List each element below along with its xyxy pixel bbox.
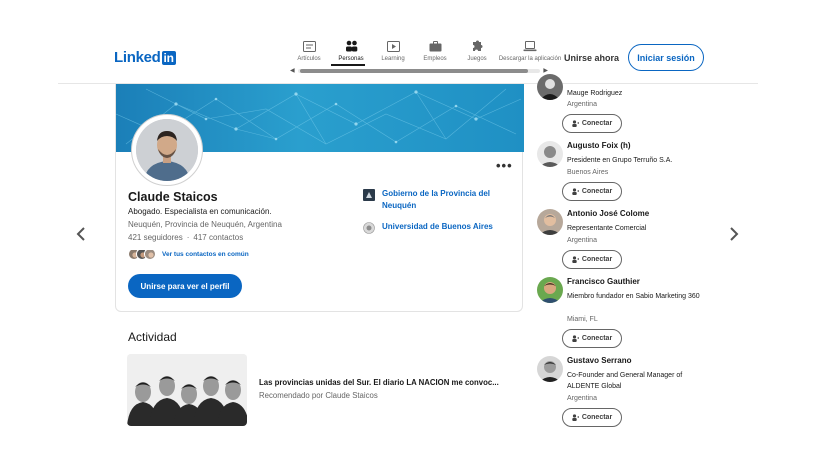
join-to-view-profile-button[interactable]: Unirse para ver el perfil	[128, 274, 242, 298]
connect-button[interactable]: Conectar	[562, 182, 622, 201]
connect-label: Conectar	[581, 414, 613, 421]
add-person-icon	[572, 120, 579, 127]
person-name[interactable]: Francisco Gauthier	[567, 277, 640, 286]
connect-label: Conectar	[581, 256, 613, 263]
add-person-icon	[572, 256, 579, 263]
top-header: Linked in Artículos Personas Learning Emp…	[0, 0, 820, 84]
nav-learning[interactable]: Learning	[372, 40, 414, 66]
nav-download-app-label: Descargar la aplicación	[498, 56, 562, 62]
group-photo-icon	[127, 354, 247, 426]
list-item: Antonio José Colome Representante Comerc…	[537, 209, 717, 271]
followers-count: 421 seguidores	[128, 233, 183, 242]
profile-location: Neuquén, Provincia de Neuquén, Argentina	[128, 220, 282, 229]
chevron-left-icon[interactable]	[76, 226, 86, 246]
person-name[interactable]: Antonio José Colome	[567, 209, 649, 218]
activity-post-image[interactable]	[127, 354, 247, 426]
logo-in-box: in	[161, 50, 176, 65]
mutual-contacts[interactable]: Ver tus contactos en común	[128, 248, 249, 260]
nav-people-label: Personas	[338, 56, 364, 62]
nav-games-label: Juegos	[467, 56, 487, 62]
person-title: Co-Founder and General Manager of ALDENT…	[567, 372, 683, 390]
person-name[interactable]: Augusto Foix (h)	[567, 141, 631, 150]
connect-button[interactable]: Conectar	[562, 114, 622, 133]
scroll-right-icon[interactable]: ▶	[543, 67, 548, 74]
laptop-icon	[523, 40, 537, 52]
jobs-icon	[428, 40, 442, 52]
nav-active-indicator	[331, 64, 365, 66]
list-item: Mauge Rodriguez Argentina Conectar	[537, 74, 717, 134]
person-name[interactable]: Gustavo Serrano	[567, 356, 631, 365]
learning-icon	[386, 40, 400, 52]
scroll-left-icon[interactable]: ◀	[290, 67, 295, 74]
person-location: Argentina	[567, 101, 597, 108]
org-government-name[interactable]: Gobierno de la Provincia del Neuquén	[382, 188, 510, 212]
mutual-avatar	[144, 248, 156, 260]
mutual-contacts-link[interactable]: Ver tus contactos en común	[162, 251, 249, 258]
main-nav: Artículos Personas Learning Empleos Jueg…	[288, 40, 562, 66]
profile-headline: Abogado. Especialista en comunicación.	[128, 207, 272, 216]
person-avatar[interactable]	[537, 141, 563, 167]
person-avatar[interactable]	[537, 277, 563, 303]
stats-separator: ·	[186, 233, 190, 242]
government-logo-icon	[363, 189, 375, 201]
games-icon	[470, 40, 484, 52]
nav-jobs[interactable]: Empleos	[414, 40, 456, 66]
nav-articles[interactable]: Artículos	[288, 40, 330, 66]
nav-jobs-label: Empleos	[423, 56, 447, 62]
activity-post-recommended: Recomendado por Claude Staicos	[259, 391, 378, 400]
profile-card: ••• Claude Staicos Abogado. Especialista…	[115, 84, 524, 312]
person-title: Representante Comercial	[567, 225, 647, 232]
person-title: Miembro fundador en Sabio Marketing 360	[567, 293, 700, 300]
join-now-link[interactable]: Unirse ahora	[564, 53, 619, 63]
logo-text: Linked	[114, 49, 161, 66]
person-avatar[interactable]	[537, 209, 563, 235]
person-location: Argentina	[567, 395, 597, 402]
nav-download-app[interactable]: Descargar la aplicación	[498, 40, 562, 66]
profile-stats: 421 seguidores · 417 contactos	[128, 233, 243, 242]
connect-button[interactable]: Conectar	[562, 250, 622, 269]
list-item: Gustavo Serrano Co-Founder and General M…	[537, 356, 717, 428]
activity-heading: Actividad	[128, 330, 177, 344]
activity-post-headline[interactable]: Las provincias unidas del Sur. El diario…	[259, 378, 499, 387]
person-title: Presidente en Grupo Terruño S.A.	[567, 157, 673, 164]
linkedin-logo[interactable]: Linked in	[114, 49, 176, 66]
person-photo-icon	[136, 119, 198, 181]
university-logo-icon	[363, 222, 375, 234]
add-person-icon	[572, 414, 579, 421]
person-title: Mauge Rodriguez	[567, 90, 623, 97]
list-item: Augusto Foix (h) Presidente en Grupo Ter…	[537, 141, 717, 203]
add-person-icon	[572, 335, 579, 342]
avatar-photo	[136, 119, 198, 181]
sign-in-button[interactable]: Iniciar sesión	[628, 44, 704, 71]
person-location: Argentina	[567, 237, 597, 244]
person-location: Buenos Aires	[567, 169, 609, 176]
articles-icon	[302, 40, 316, 52]
nav-people[interactable]: Personas	[330, 40, 372, 66]
org-university-name[interactable]: Universidad de Buenos Aires	[382, 221, 510, 233]
person-avatar[interactable]	[537, 74, 563, 100]
contacts-count: 417 contactos	[193, 233, 244, 242]
nav-articles-label: Artículos	[297, 56, 321, 62]
scroll-thumb[interactable]	[300, 69, 528, 73]
profile-name: Claude Staicos	[128, 190, 218, 204]
add-person-icon	[572, 188, 579, 195]
list-item: Francisco Gauthier Miembro fundador en S…	[537, 277, 717, 349]
chevron-right-icon[interactable]	[729, 226, 739, 246]
connect-label: Conectar	[581, 188, 613, 195]
nav-games[interactable]: Juegos	[456, 40, 498, 66]
org-government[interactable]: Gobierno de la Provincia del Neuquén	[363, 188, 510, 212]
more-options-icon[interactable]: •••	[496, 158, 513, 173]
person-location: Miami, FL	[567, 316, 598, 323]
person-avatar[interactable]	[537, 356, 563, 382]
nav-learning-label: Learning	[381, 56, 405, 62]
profile-avatar	[131, 114, 203, 186]
nav-scrollbar[interactable]: ◀ ▶	[290, 68, 548, 74]
connect-button[interactable]: Conectar	[562, 329, 622, 348]
connect-label: Conectar	[581, 335, 613, 342]
connect-label: Conectar	[581, 120, 613, 127]
people-icon	[344, 40, 358, 52]
org-university[interactable]: Universidad de Buenos Aires	[363, 221, 510, 234]
connect-button[interactable]: Conectar	[562, 408, 622, 427]
